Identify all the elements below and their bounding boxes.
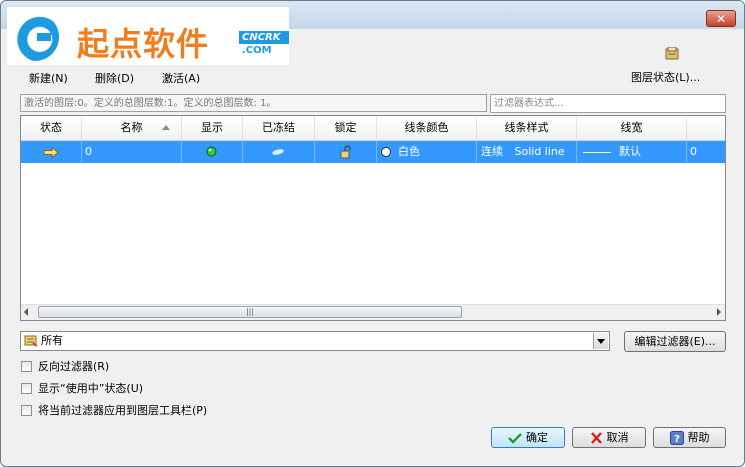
filter-select[interactable]: 所有: [20, 331, 610, 351]
show-in-use-checkbox[interactable]: [21, 383, 32, 394]
column-header-line-width[interactable]: 线宽: [577, 116, 687, 140]
column-header-extra[interactable]: [687, 116, 725, 140]
cell-line-style[interactable]: 连续 Solid line: [477, 141, 577, 163]
help-icon: ?: [669, 431, 684, 445]
filter-expression-input[interactable]: 过滤器表达式...: [490, 94, 726, 113]
invert-filter-checkbox[interactable]: [21, 361, 32, 372]
help-button[interactable]: ? 帮助: [653, 427, 726, 448]
table-row[interactable]: 0 白色 连续 Solid line 默认 0: [21, 141, 725, 163]
apply-filter-toolbar-checkbox[interactable]: [21, 405, 32, 416]
invert-filter-label: 反向过滤器(R): [38, 360, 110, 373]
line-color-name: 白色: [398, 145, 420, 158]
svg-text:?: ?: [674, 434, 680, 445]
cell-line-width[interactable]: 默认: [577, 141, 687, 163]
logo-swirl-icon: [11, 13, 59, 61]
visible-bulb-icon: [206, 146, 217, 157]
scroll-thumb[interactable]: |||: [38, 306, 462, 318]
cell-status: [21, 141, 82, 163]
cancel-label: 取消: [606, 431, 629, 444]
column-header-visible[interactable]: 显示: [182, 116, 243, 140]
unlock-icon: [340, 145, 351, 159]
delete-layer-button[interactable]: 删除(D): [95, 70, 134, 86]
line-width-value: 默认: [619, 145, 641, 158]
horizontal-scrollbar[interactable]: |||: [21, 304, 725, 320]
checkmark-icon: [508, 433, 522, 444]
column-header-line-color[interactable]: 线条颜色: [377, 116, 477, 140]
column-header-line-style[interactable]: 线条样式: [477, 116, 577, 140]
watermark-logo: 起点软件 CNCRK .COM: [7, 7, 289, 65]
current-layer-arrow-icon: [43, 147, 59, 158]
chevron-down-icon[interactable]: [593, 333, 608, 349]
column-header-locked[interactable]: 锁定: [315, 116, 377, 140]
filter-icon: [24, 335, 38, 347]
table-header: 状态 名称 显示 已冻结 锁定 线条颜色 线条样式 线宽: [21, 116, 725, 141]
scroll-right-icon[interactable]: [717, 308, 721, 316]
sort-ascending-icon: [162, 125, 170, 130]
line-style-name: 连续: [481, 145, 503, 158]
color-swatch-icon: [381, 147, 391, 157]
layer-state-icon[interactable]: [664, 47, 680, 61]
cancel-button[interactable]: 取消: [572, 427, 646, 448]
cross-icon: [590, 432, 602, 444]
logo-badge: CNCRK .COM: [239, 31, 289, 61]
edit-filter-button[interactable]: 编辑过滤器(E)...: [624, 331, 726, 352]
line-width-sample: [583, 152, 611, 153]
scroll-left-icon[interactable]: [24, 308, 28, 316]
cell-line-color[interactable]: 白色: [377, 141, 477, 163]
column-header-status[interactable]: 状态: [21, 116, 82, 140]
layer-manager-window: ✕ 起点软件 CNCRK .COM 新建(N) 删除(D) 激活(A) 图层状态…: [0, 0, 745, 467]
logo-text: 起点软件: [77, 25, 210, 63]
sun-thaw-icon: [272, 149, 284, 155]
close-icon: ✕: [715, 12, 727, 26]
apply-filter-toolbar-label: 将当前过滤器应用到图层工具栏(P): [38, 404, 208, 417]
cell-name[interactable]: 0: [82, 141, 182, 163]
logo-badge-bottom: .COM: [242, 45, 272, 56]
cell-frozen[interactable]: [243, 141, 315, 163]
close-button[interactable]: ✕: [706, 10, 736, 27]
activate-layer-button[interactable]: 激活(A): [162, 70, 200, 86]
cell-extra[interactable]: 0: [687, 141, 725, 163]
layer-table: 状态 名称 显示 已冻结 锁定 线条颜色 线条样式 线宽 0 白色 连续 Sol…: [20, 115, 726, 321]
layer-state-button[interactable]: 图层状态(L)...: [631, 69, 700, 85]
new-layer-button[interactable]: 新建(N): [29, 70, 68, 86]
show-in-use-label: 显示“使用中”状态(U): [38, 382, 144, 395]
line-style-desc: Solid line: [514, 145, 565, 158]
cell-locked[interactable]: [315, 141, 377, 163]
filter-select-value: 所有: [41, 334, 63, 347]
help-label: 帮助: [687, 431, 710, 444]
logo-badge-top: CNCRK: [239, 31, 289, 44]
ok-button[interactable]: 确定: [491, 427, 565, 448]
cell-visible[interactable]: [182, 141, 243, 163]
column-header-frozen[interactable]: 已冻结: [243, 116, 315, 140]
ok-label: 确定: [526, 431, 548, 444]
layer-info-text: 激活的图层:0。定义的总图层数:1。定义的总图层数: 1。: [20, 94, 487, 112]
